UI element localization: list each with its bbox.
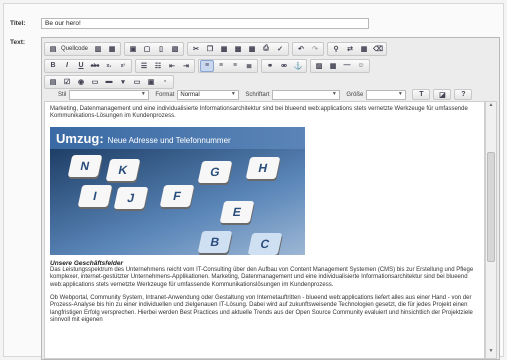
link-icon[interactable]: ⚭ <box>263 60 277 72</box>
scroll-down-icon[interactable]: ▼ <box>486 348 496 358</box>
replace-icon[interactable]: ⇄ <box>343 43 357 55</box>
radio-icon[interactable]: ◉ <box>74 76 88 88</box>
keycap: J <box>113 186 149 209</box>
banner-subtitle: Neue Adresse und Telefonnummer <box>107 135 231 145</box>
template-icon[interactable]: ▦ <box>105 43 119 55</box>
font-label: Schriftart <box>245 91 270 98</box>
chevron-down-icon: ▼ <box>230 90 236 97</box>
hidden-field-icon[interactable]: ▫ <box>158 76 172 88</box>
toolbar-row-1: ▤ Quellcode ▥ ▦ ▣ ▢ ▯ ▧ ✂ ❐ ▩ ▩ ▩ ⎙ ✓ ↶ … <box>44 41 390 56</box>
toolbar-row-2: B I U abc x₂ x² ☰ ☷ ⇤ ⇥ ≡ ≡ ≡ ≣ ⚭ ⚮ ⚓ ▨ … <box>44 58 373 73</box>
preview-icon[interactable]: ▥ <box>91 43 105 55</box>
image-icon[interactable]: ▨ <box>312 60 326 72</box>
keycap: K <box>105 158 141 181</box>
undo-icon[interactable]: ↶ <box>294 43 308 55</box>
keycap: E <box>219 200 255 223</box>
chevron-down-icon: ▼ <box>397 90 403 97</box>
toolbar-row-3: ▤ ☑ ◉ ▭ ▬ ▾ ▭ ▣ ▫ <box>44 74 177 89</box>
document-icon[interactable]: ▯ <box>154 43 168 55</box>
select-all-icon[interactable]: ▦ <box>357 43 371 55</box>
redo-icon[interactable]: ↷ <box>308 43 322 55</box>
paste-icon[interactable]: ▩ <box>217 43 231 55</box>
keycap: H <box>245 156 281 179</box>
smiley-icon[interactable]: ☺ <box>354 60 368 72</box>
align-justify-icon[interactable]: ≣ <box>242 60 256 72</box>
format-select[interactable]: Normal ▼ <box>177 89 240 100</box>
section-heading: Unsere Geschäftsfelder <box>50 259 123 267</box>
chevron-down-icon: ▼ <box>140 90 146 97</box>
select-field-icon[interactable]: ▾ <box>116 76 130 88</box>
align-left-icon[interactable]: ≡ <box>200 59 214 72</box>
checkbox-icon[interactable]: ☑ <box>60 76 74 88</box>
paste-word-icon[interactable]: ▩ <box>245 43 259 55</box>
banner-title: Umzug: <box>56 130 104 146</box>
unlink-icon[interactable]: ⚮ <box>277 60 291 72</box>
keycap: N <box>67 154 103 177</box>
save-icon[interactable]: ▣ <box>126 43 140 55</box>
outdent-icon[interactable]: ⇤ <box>165 60 179 72</box>
keycap: C <box>247 232 283 255</box>
new-page-icon[interactable]: ▢ <box>140 43 154 55</box>
source-icon[interactable]: ▤ <box>46 43 60 55</box>
paste-text-icon[interactable]: ▩ <box>231 43 245 55</box>
intro-paragraph: Marketing, Datenmanagement und eine indi… <box>50 106 468 120</box>
toolbar-row-4: Stil ▼ Format Normal ▼ Schriftart ▼ Größe… <box>44 89 475 100</box>
keyboard-graphic: N K I J G F H E B C <box>50 148 305 255</box>
indent-icon[interactable]: ⇥ <box>179 60 193 72</box>
button-field-icon[interactable]: ▭ <box>130 76 144 88</box>
scroll-thumb[interactable] <box>487 152 495 262</box>
bold-icon[interactable]: B <box>46 60 60 72</box>
editor-scrollbar[interactable]: ▲ ▼ <box>485 101 497 359</box>
bullet-list-icon[interactable]: ☷ <box>151 60 165 72</box>
subscript-icon[interactable]: x₂ <box>102 60 116 72</box>
underline-icon[interactable]: U <box>74 60 88 72</box>
help-icon[interactable]: ? <box>456 90 470 99</box>
table-icon[interactable]: ▦ <box>326 60 340 72</box>
textarea-icon[interactable]: ▬ <box>102 76 116 88</box>
cut-icon[interactable]: ✂ <box>189 43 203 55</box>
format-label: Format <box>155 91 175 98</box>
size-select[interactable]: ▼ <box>366 89 407 100</box>
remove-format-icon[interactable]: ⌫ <box>371 43 385 55</box>
find-icon[interactable]: ⚲ <box>329 43 343 55</box>
horizontal-rule-icon[interactable]: ― <box>340 60 354 72</box>
italic-icon[interactable]: I <box>60 60 74 72</box>
keycap: B <box>197 230 233 253</box>
strikethrough-icon[interactable]: abc <box>88 60 102 72</box>
image-button-icon[interactable]: ▣ <box>144 76 158 88</box>
scroll-up-icon[interactable]: ▲ <box>486 102 496 112</box>
title-label: Titel: <box>10 20 26 27</box>
format-value: Normal <box>180 91 200 98</box>
style-select[interactable]: ▼ <box>69 89 150 100</box>
superscript-icon[interactable]: x² <box>116 60 130 72</box>
rich-text-editor: ▤ Quellcode ▥ ▦ ▣ ▢ ▯ ▧ ✂ ❐ ▩ ▩ ▩ ⎙ ✓ ↶ … <box>41 37 500 360</box>
source-button[interactable]: Quellcode <box>60 46 91 52</box>
keycap: G <box>197 160 233 183</box>
align-center-icon[interactable]: ≡ <box>214 60 228 72</box>
style-label: Stil <box>58 91 67 98</box>
article-form: Titel: Be our hero! Text: ▤ Quellcode ▥ … <box>3 3 504 360</box>
numbered-list-icon[interactable]: ☰ <box>137 60 151 72</box>
spellcheck-icon[interactable]: ✓ <box>273 43 287 55</box>
keycap: I <box>77 184 113 207</box>
editor-content[interactable]: Marketing, Datenmanagement und eine indi… <box>44 101 485 359</box>
textfield-icon[interactable]: ▭ <box>88 76 102 88</box>
background-color-icon[interactable]: ◪ <box>435 90 449 99</box>
moving-banner-image: Umzug: Neue Adresse und Telefonnummer N … <box>50 126 305 255</box>
keycap: F <box>159 184 195 207</box>
chevron-down-icon: ▼ <box>331 90 337 97</box>
paragraph-2: Ob Webportal, Community System, Intranet… <box>50 295 473 324</box>
text-color-icon[interactable]: T <box>414 90 428 99</box>
form-icon[interactable]: ▤ <box>46 76 60 88</box>
title-input[interactable]: Be our hero! <box>41 18 369 29</box>
paragraph-1: Das Leistungsspektrum des Unternehmens r… <box>50 266 474 288</box>
text-label: Text: <box>10 39 26 46</box>
print-preview-icon[interactable]: ▧ <box>168 43 182 55</box>
font-select[interactable]: ▼ <box>272 89 341 100</box>
align-right-icon[interactable]: ≡ <box>228 60 242 72</box>
anchor-icon[interactable]: ⚓ <box>291 60 305 72</box>
copy-icon[interactable]: ❐ <box>203 43 217 55</box>
print-icon[interactable]: ⎙ <box>259 43 273 55</box>
size-label: Größe <box>346 91 364 98</box>
